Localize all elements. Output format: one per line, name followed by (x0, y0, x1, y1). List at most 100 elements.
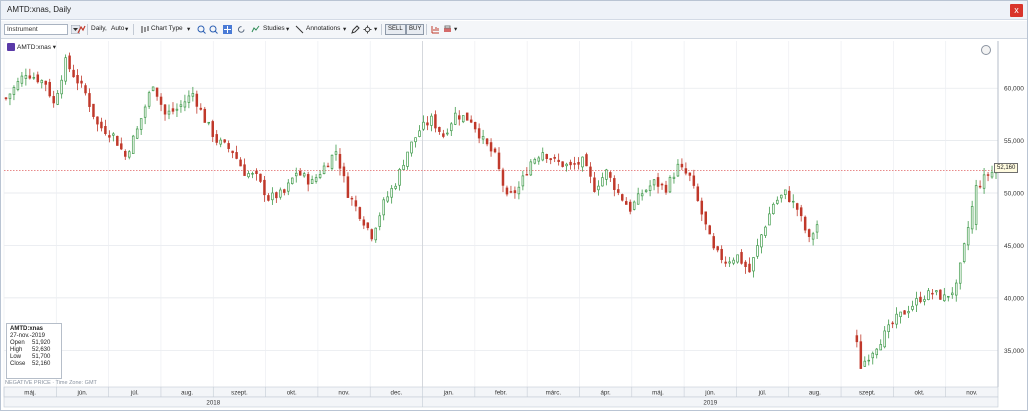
candle-body (390, 188, 393, 198)
candle-body (978, 185, 982, 188)
chart-type-icon[interactable] (140, 25, 149, 34)
candle-body (354, 200, 358, 207)
candle-body (899, 311, 902, 318)
chart-type-dropdown[interactable]: Chart Type (151, 25, 183, 32)
candle-body (931, 292, 934, 295)
candle-body (88, 93, 91, 107)
chart-zoom-icon[interactable] (981, 45, 991, 55)
zoom-in-icon[interactable] (197, 25, 206, 34)
series-color-icon (7, 43, 15, 52)
pencil-icon[interactable] (351, 25, 360, 34)
candle-body (215, 134, 218, 143)
candle-body (943, 294, 946, 302)
month-label: szept. (859, 390, 876, 397)
candle-body (251, 173, 254, 175)
candle-body (358, 207, 362, 219)
info-open-label: Open (10, 340, 25, 346)
candle-body (589, 166, 592, 177)
candle-body (672, 176, 676, 179)
candle-body (223, 139, 226, 143)
candle-body (553, 156, 556, 159)
candle-body (780, 194, 783, 199)
candle-body (962, 243, 966, 262)
info-symbol: AMTD:xnas (10, 326, 44, 332)
chevron-down-icon[interactable]: ▾ (343, 25, 346, 33)
info-high-label: High (10, 347, 23, 353)
legend-symbol: AMTD:xnas (17, 44, 51, 51)
y-tick-label: 60,000 (1004, 86, 1024, 93)
candle-body (430, 115, 433, 126)
symbol-lookup-icon[interactable] (77, 25, 86, 34)
candle-body (183, 101, 187, 108)
candle-body (541, 152, 544, 161)
info-high: 52,630 (32, 347, 51, 353)
y-tick-label: 40,000 (1004, 295, 1024, 302)
candle-body (573, 163, 576, 165)
buy-button[interactable]: BUY (406, 24, 425, 35)
period-dropdown[interactable]: Daily, (91, 25, 107, 32)
month-label: júl. (130, 390, 139, 397)
candle-body (8, 93, 12, 100)
time-axis[interactable]: máj. jún. júl. aug. szept. okt. nov. dec. jan. fe… (3, 386, 999, 408)
print-icon[interactable] (443, 25, 452, 34)
sell-button[interactable]: SELL (385, 24, 406, 35)
candle-body (795, 203, 799, 210)
candle-body (752, 257, 755, 272)
plot-area[interactable] (4, 41, 998, 387)
candle-body (438, 126, 441, 132)
settings-icon[interactable] (363, 25, 372, 34)
instrument-input[interactable]: Instrument (4, 24, 68, 35)
candle-body (461, 115, 465, 123)
candle-body (147, 92, 151, 107)
candle-body (68, 55, 71, 70)
candle-body (613, 178, 616, 190)
series-legend[interactable]: AMTD:xnas ▾ (7, 43, 56, 52)
zoom-out-icon[interactable] (209, 25, 218, 34)
studies-icon[interactable] (251, 25, 260, 34)
chart-settings-icon[interactable] (431, 25, 440, 34)
candle-body (80, 80, 83, 84)
price-chart[interactable]: 35,000 40,000 45,000 50,000 55,000 60,000 máj… (1, 41, 1027, 411)
candle-body (696, 186, 700, 201)
candle-body (772, 203, 775, 215)
annotation-line-icon[interactable] (295, 25, 304, 34)
chevron-down-icon[interactable]: ▾ (286, 25, 289, 33)
candle-body (569, 161, 572, 166)
candle-body (593, 177, 596, 192)
candle-body (923, 299, 926, 302)
info-close-label: Close (10, 361, 26, 367)
crosshair-icon[interactable] (223, 25, 232, 34)
chevron-down-icon[interactable]: ▾ (125, 25, 128, 33)
toolbar-separator (381, 24, 382, 35)
month-label: nov. (338, 390, 350, 397)
studies-dropdown[interactable]: Studies (263, 25, 285, 32)
price-axis[interactable]: 35,000 40,000 45,000 50,000 55,000 60,000 (997, 41, 1024, 387)
candle-body (298, 170, 302, 176)
candle-body (116, 135, 119, 146)
candle-body (557, 159, 560, 162)
candle-body (668, 177, 672, 193)
candle-body (291, 177, 294, 184)
chart-window: AMTD:xnas, Daily x Instrument Daily, Aut… (0, 0, 1028, 411)
candle-body (207, 121, 211, 124)
candle-body (903, 310, 906, 315)
month-label: szept. (231, 390, 248, 397)
candle-body (346, 176, 350, 198)
candle-body (92, 103, 95, 117)
candle-body (36, 74, 40, 83)
annotations-dropdown[interactable]: Annotations (306, 25, 340, 32)
year-axis-band (3, 396, 999, 408)
candle-body (195, 93, 199, 107)
chevron-down-icon[interactable]: ▾ (454, 25, 457, 33)
candle-body (990, 171, 994, 178)
refresh-icon[interactable] (237, 25, 246, 34)
candle-body (267, 195, 270, 201)
auto-dropdown[interactable]: Auto (111, 25, 124, 32)
chevron-down-icon[interactable]: ▾ (187, 25, 190, 33)
chevron-down-icon[interactable]: ▾ (53, 44, 56, 51)
close-button[interactable]: x (1010, 4, 1023, 17)
chevron-down-icon[interactable]: ▾ (374, 25, 377, 33)
candle-body (326, 165, 330, 168)
candle-body (342, 166, 346, 177)
candle-body (310, 179, 314, 184)
